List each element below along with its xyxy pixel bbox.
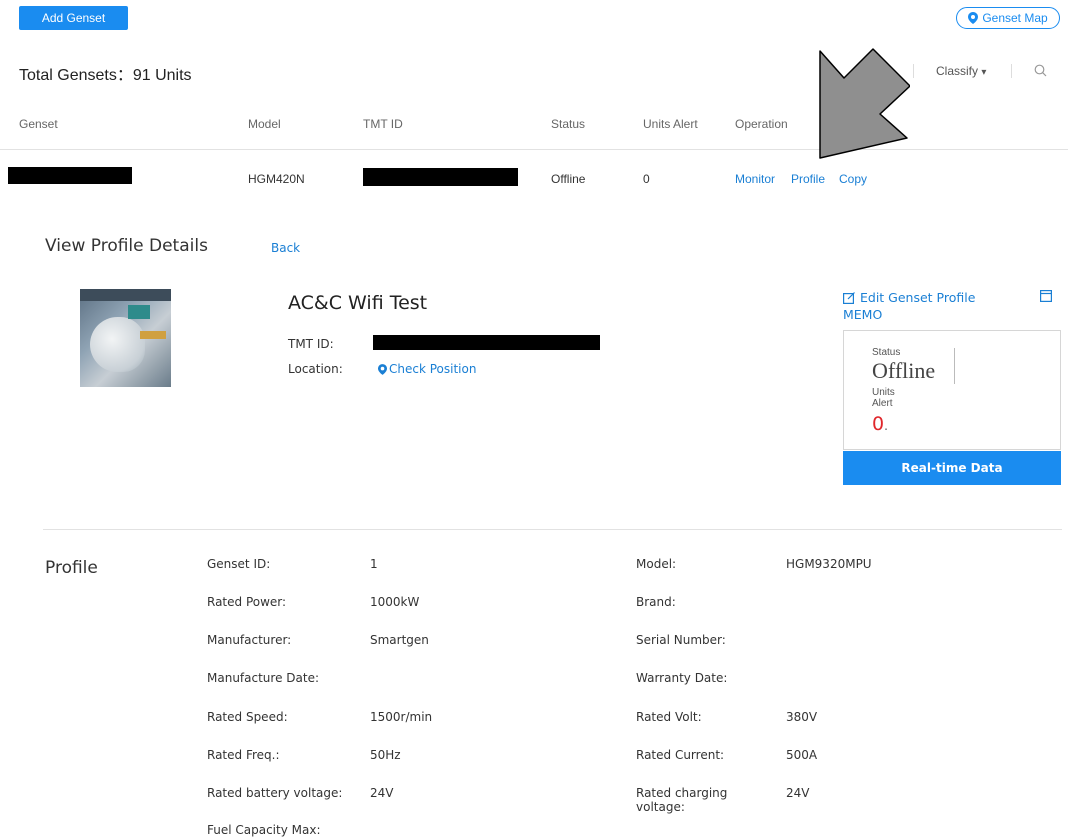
copy-link[interactable]: Copy: [839, 172, 867, 186]
manufacturer-label: Manufacturer:: [207, 633, 292, 647]
units-alert-suffix: .: [884, 419, 888, 433]
rated-freq-value: 50Hz: [370, 748, 401, 762]
check-position-label: Check Position: [389, 362, 477, 376]
fuel-capacity-max-label: Fuel Capacity Max:: [207, 823, 321, 837]
profile-details-heading: View Profile Details: [45, 236, 208, 256]
rated-charging-voltage-value: 24V: [786, 786, 810, 800]
model-label: Model:: [636, 557, 677, 571]
search-icon[interactable]: [1034, 64, 1047, 82]
row-model: HGM420N: [248, 172, 305, 186]
chevron-down-icon: ▾: [981, 67, 987, 78]
memo-icon[interactable]: [1040, 290, 1052, 302]
units-caption-line-2: Alert: [872, 398, 893, 409]
genset-photo: [80, 289, 171, 387]
units-caption-line-1: Units: [872, 387, 895, 398]
rated-volt-value: 380V: [786, 710, 818, 724]
status-card: Status Offline Units Alert 0.: [843, 330, 1061, 450]
manufacturer-value: Smartgen: [370, 633, 429, 647]
edit-icon: [843, 291, 855, 304]
genset-map-label: Genset Map: [982, 11, 1048, 25]
genset-id-value: 1: [370, 557, 378, 571]
section-divider: [43, 529, 1062, 530]
toolbar-divider-2: [1011, 64, 1012, 78]
real-time-data-button[interactable]: Real-time Data: [843, 451, 1061, 485]
check-position-link[interactable]: Check Position: [378, 362, 476, 376]
classify-label: Classify: [936, 64, 979, 78]
edit-genset-profile-link[interactable]: Edit Genset Profile: [843, 290, 975, 305]
add-genset-label: Add Genset: [41, 11, 106, 25]
back-link[interactable]: Back: [271, 241, 300, 255]
add-genset-button[interactable]: Add Genset: [19, 6, 128, 30]
monitor-link[interactable]: Monitor: [735, 172, 775, 186]
toolbar-divider: [913, 64, 914, 78]
rated-charging-voltage-label: Rated charging voltage:: [636, 786, 728, 814]
col-header-operation: Operation: [735, 117, 788, 131]
warranty-date-label: Warranty Date:: [636, 671, 728, 685]
total-gensets-label: Total Gensets：91 Units: [19, 67, 192, 84]
pointer-arrow-icon: [819, 48, 910, 159]
status-cursor-line: [954, 348, 955, 384]
rated-speed-label: Rated Speed:: [207, 710, 288, 724]
status-value: Offline: [872, 358, 936, 383]
rated-battery-voltage-value: 24V: [370, 786, 394, 800]
redacted-genset-name: [8, 167, 132, 184]
rated-battery-voltage-label: Rated battery voltage:: [207, 786, 343, 800]
brand-label: Brand:: [636, 595, 676, 609]
col-header-units-alert: Units Alert: [643, 117, 698, 131]
rated-current-label: Rated Current:: [636, 748, 725, 762]
genset-id-label: Genset ID:: [207, 557, 271, 571]
model-value: HGM9320MPU: [786, 557, 872, 571]
rated-freq-label: Rated Freq.:: [207, 748, 280, 762]
units-alert-value: 0.: [872, 413, 888, 435]
rated-speed-value: 1500r/min: [370, 710, 433, 724]
rated-volt-label: Rated Volt:: [636, 710, 702, 724]
location-label: Location:: [288, 362, 343, 376]
units-alert-number: 0: [872, 413, 885, 435]
col-header-tmt-id: TMT ID: [363, 117, 403, 131]
rated-power-label: Rated Power:: [207, 595, 287, 609]
col-header-status: Status: [551, 117, 586, 131]
profile-heading: Profile: [45, 558, 98, 578]
rated-power-value: 1000kW: [370, 595, 420, 609]
edit-genset-profile-label: Edit Genset Profile: [860, 290, 976, 305]
classify-dropdown[interactable]: Classify ▾: [936, 64, 986, 78]
profile-link[interactable]: Profile: [791, 172, 825, 186]
map-pin-icon: [968, 12, 979, 24]
redacted-detail-tmt-id: [373, 335, 600, 350]
memo-link[interactable]: MEMO: [843, 307, 882, 322]
row-status: Offline: [551, 172, 586, 186]
genset-name: AC&C Wifi Test: [288, 292, 428, 314]
units-alert-caption: Units Alert: [872, 387, 895, 409]
redacted-tmt-id: [363, 168, 518, 186]
row-units-alert: 0: [643, 172, 650, 186]
manufacture-date-label: Manufacture Date:: [207, 671, 319, 685]
serial-number-label: Serial Number:: [636, 633, 726, 647]
real-time-data-label: Real-time Data: [901, 461, 1003, 475]
map-pin-icon: [378, 363, 387, 375]
rated-current-value: 500A: [786, 748, 818, 762]
col-header-genset: Genset: [19, 117, 58, 131]
col-header-model: Model: [248, 117, 281, 131]
tmt-id-label: TMT ID:: [288, 337, 334, 351]
status-caption: Status: [872, 347, 901, 358]
genset-map-button[interactable]: Genset Map: [956, 7, 1060, 29]
